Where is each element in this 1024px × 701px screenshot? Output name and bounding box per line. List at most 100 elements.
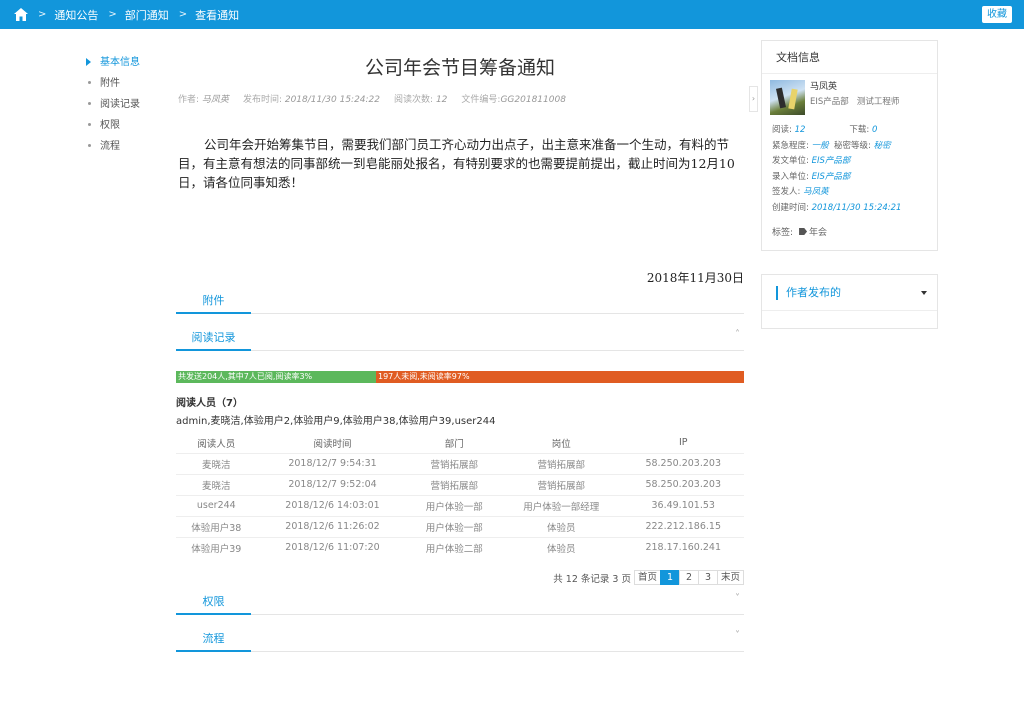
unread-progress-segment: 197人未阅,未阅读率97%: [376, 371, 744, 383]
nav-item-label: 附件: [100, 78, 120, 89]
column-header: 岗位: [551, 438, 571, 450]
secrecy-value: 秘密: [873, 140, 891, 151]
main-content: 公司年会节目筹备通知 作者: 马凤英 发布时间: 2018/11/30 15:2…: [176, 40, 744, 652]
nav-item-permissions[interactable]: 权限: [86, 118, 140, 139]
tags-label: 标签:: [772, 228, 794, 238]
table-row: 体验用户38 2018/12/6 11:26:02 用户体验一部 体验员 222…: [176, 515, 744, 537]
column-header: 阅读时间: [313, 438, 352, 450]
nav-item-process[interactable]: 流程: [86, 139, 140, 160]
table-cell: 营销拓展部: [500, 473, 623, 495]
chevron-down-icon[interactable]: ˅: [735, 630, 740, 641]
table-cell: 2018/12/6 14:03:01: [256, 494, 409, 516]
author-name: 马凤英: [810, 82, 838, 92]
dot-icon: [88, 144, 91, 147]
page-button-1[interactable]: 1: [659, 570, 680, 585]
author-posts-heading: 作者发布的: [786, 286, 841, 299]
nav-item-attachment[interactable]: 附件: [86, 76, 140, 97]
docno-value: GG201811008: [500, 95, 566, 105]
table-cell: 2018/12/6 11:07:20: [256, 536, 409, 558]
page-button-3[interactable]: 3: [697, 570, 718, 585]
tag-item[interactable]: 年会: [809, 228, 827, 238]
created-row: 创建时间: 2018/11/30 15:24:21: [772, 201, 927, 217]
nav-item-label: 权限: [100, 120, 120, 131]
author-details: 马凤英 EIS产品部 测试工程师: [810, 80, 899, 115]
home-icon[interactable]: [14, 7, 28, 22]
author-posts-header[interactable]: 作者发布的: [762, 275, 937, 311]
issuer-row: 发文单位: EIS产品部: [772, 154, 927, 170]
breadcrumb-item-notices[interactable]: 通知公告: [54, 7, 98, 23]
section-read-records: 阅读记录 ˄: [176, 314, 744, 351]
signer-row: 签发人: 马凤英: [772, 185, 927, 201]
section-attachment: 附件: [176, 283, 744, 314]
tab-permissions[interactable]: 权限: [176, 593, 251, 615]
table-cell: 体验用户38: [176, 515, 257, 537]
author-dept: EIS产品部: [810, 97, 849, 107]
docno-meta: 文件编号:GG201811008: [461, 92, 566, 105]
downloads-value: 0: [871, 125, 878, 135]
table-cell: 用户体验一部: [408, 494, 501, 516]
tags-row: 标签: 年会: [762, 225, 937, 238]
reads-downloads-row: 阅读: 12 下载: 0: [772, 123, 927, 139]
nav-item-basic-info[interactable]: 基本信息: [86, 55, 140, 76]
author-label: 作者:: [178, 95, 200, 105]
entry-value: EIS产品部: [811, 171, 851, 182]
dot-icon: [88, 102, 91, 105]
caret-down-icon[interactable]: [921, 291, 927, 295]
table-cell: 体验用户39: [176, 536, 257, 558]
table-cell: 体验员: [500, 515, 623, 537]
table-cell: 58.250.203.203: [622, 452, 744, 474]
issuer-value: EIS产品部: [811, 156, 851, 166]
pagination: 共 12 条记录 3 页 首页 1 2 3 末页: [176, 570, 744, 585]
author-meta: 作者: 马凤英: [178, 92, 229, 105]
table-cell: 营销拓展部: [408, 473, 501, 495]
section-anchor-nav: 基本信息 附件 阅读记录 权限 流程: [86, 55, 140, 160]
page-title: 公司年会节目筹备通知: [364, 57, 555, 79]
signer-value: 马凤英: [803, 187, 829, 197]
table-cell: 222.212.186.15: [622, 515, 744, 537]
author-value: 马凤英: [201, 95, 229, 105]
time-label: 发布时间:: [242, 95, 282, 105]
page-first-button[interactable]: 首页: [633, 570, 661, 585]
article-meta: 作者: 马凤英 发布时间: 2018/11/30 15:24:22 阅读次数: …: [176, 92, 744, 105]
readers-list: admin,麦晓洁,体验用户2,体验用户9,体验用户38,体验用户39,user…: [176, 416, 496, 427]
table-cell: 麦晓洁: [176, 473, 257, 495]
reads-meta: 阅读次数: 12: [394, 92, 447, 105]
doc-info-panel: 文档信息 马凤英 EIS产品部 测试工程师 阅读: 12 下载: 0 紧急程度: …: [761, 40, 938, 251]
tab-read-records[interactable]: 阅读记录: [176, 329, 251, 351]
table-cell: 218.17.160.241: [622, 536, 744, 558]
reads-label: 阅读次数:: [394, 95, 434, 105]
collapse-panel-handle[interactable]: ›: [749, 86, 758, 112]
reads-label: 阅读:: [772, 125, 792, 135]
nav-item-read-records[interactable]: 阅读记录: [86, 97, 140, 118]
active-arrow-icon: [86, 58, 91, 66]
author-card: 马凤英 EIS产品部 测试工程师: [762, 74, 937, 115]
page-button-2[interactable]: 2: [678, 570, 699, 585]
nav-item-label: 基本信息: [100, 57, 140, 68]
tab-attachment[interactable]: 附件: [176, 292, 251, 314]
tab-process[interactable]: 流程: [176, 630, 251, 652]
signer-label: 签发人:: [772, 187, 801, 197]
table-header-row: 阅读人员 阅读时间 部门 岗位 IP: [176, 433, 744, 453]
table-cell: 用户体验一部经理: [500, 494, 623, 516]
chevron-down-icon[interactable]: ˅: [735, 593, 740, 604]
table-cell: 麦晓洁: [176, 452, 257, 474]
table-cell: 2018/12/6 11:26:02: [256, 515, 409, 537]
breadcrumb-separator-icon: >: [108, 9, 117, 20]
breadcrumb-item-dept-notice[interactable]: 部门通知: [125, 7, 169, 23]
collect-button[interactable]: 收藏: [982, 6, 1012, 23]
urgency-value: 一般: [811, 140, 829, 151]
entry-label: 录入单位:: [772, 171, 809, 182]
chevron-up-icon[interactable]: ˄: [735, 329, 740, 340]
page-last-button[interactable]: 末页: [716, 570, 744, 585]
read-progress-segment: 共发送204人,其中7人已阅,阅读率3%: [176, 371, 376, 383]
read-records-table: 阅读人员 阅读时间 部门 岗位 IP 麦晓洁 2018/12/7 9:54:31…: [176, 433, 744, 558]
tag-icon: [799, 228, 808, 235]
reads-value: 12: [794, 125, 806, 135]
section-permissions: 权限 ˅: [176, 585, 744, 615]
doc-info-rows: 阅读: 12 下载: 0 紧急程度: 一般 秘密等级: 秘密 发文单位: EIS产…: [762, 115, 937, 216]
column-header: 部门: [444, 438, 464, 450]
downloads-label: 下载:: [849, 125, 870, 135]
table-cell: 用户体验二部: [408, 536, 501, 558]
table-row: user244 2018/12/6 14:03:01 用户体验一部 用户体验一部…: [176, 494, 744, 516]
breadcrumb-separator-icon: >: [38, 9, 47, 20]
